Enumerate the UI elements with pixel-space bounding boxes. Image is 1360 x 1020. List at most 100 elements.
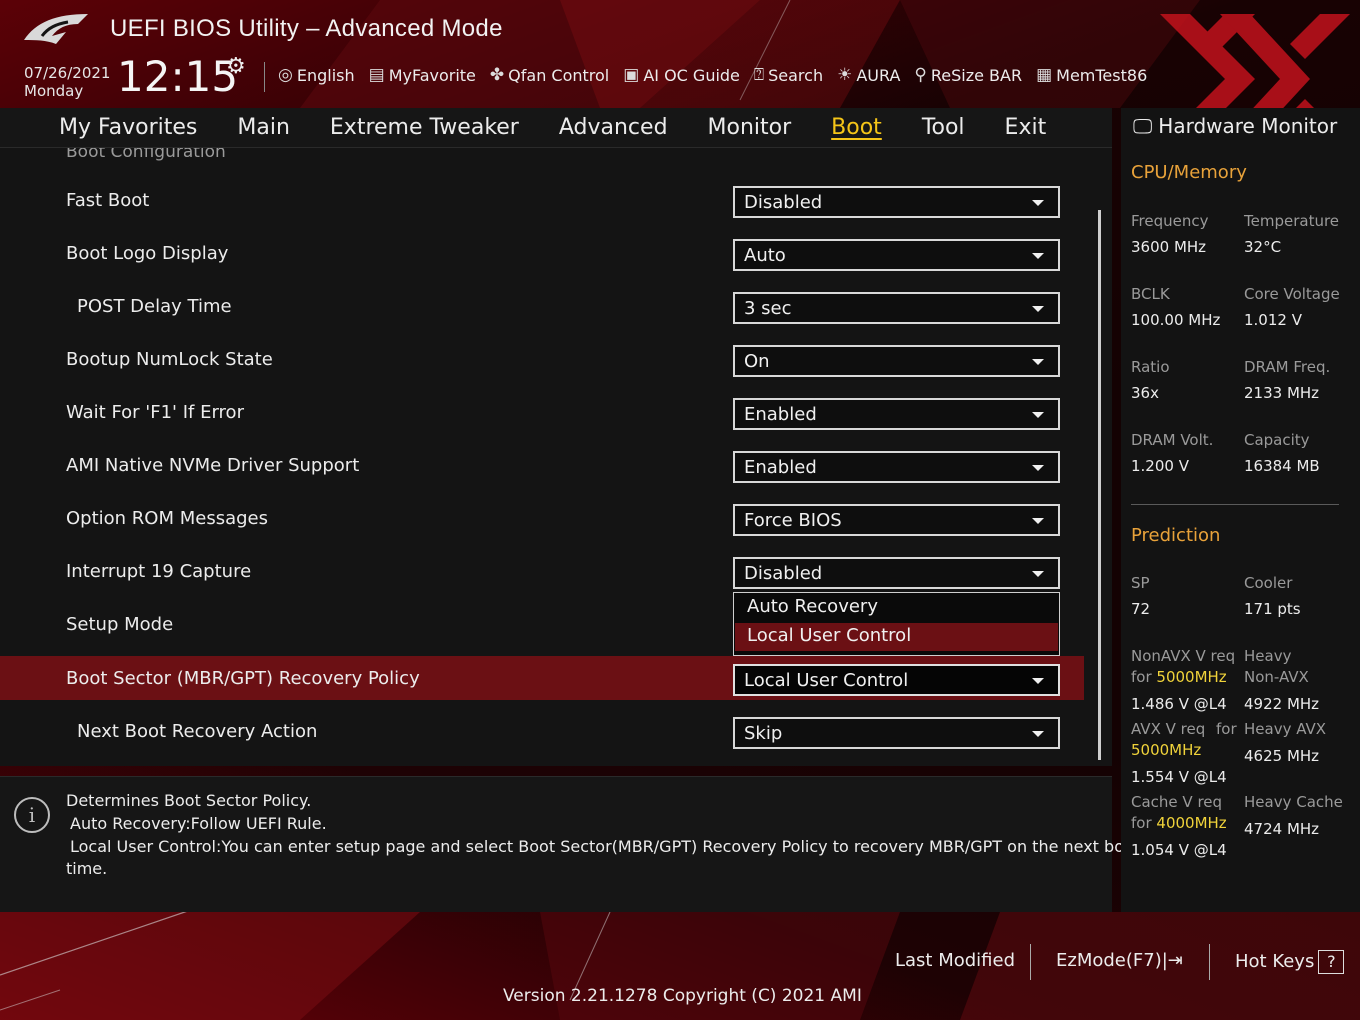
tab-advanced[interactable]: Advanced	[559, 115, 668, 140]
info-icon: i	[14, 797, 50, 833]
setting-label: Setup Mode	[66, 614, 174, 635]
help-line-1: Determines Boot Sector Policy.	[66, 791, 312, 810]
cache-target-freq: 4000MHz	[1156, 814, 1227, 832]
myfavorite-button[interactable]: ▤ MyFavorite	[369, 65, 476, 85]
setting-label: Next Boot Recovery Action	[77, 721, 318, 742]
tab-monitor[interactable]: Monitor	[708, 115, 792, 140]
help-line-2: Auto Recovery:Follow UEFI Rule.	[70, 814, 327, 833]
setting-row-wait-f1[interactable]: Wait For 'F1' If Error Enabled	[0, 390, 1084, 434]
search-icon: ⍰	[753, 65, 765, 85]
frequency-value: 3600 MHz	[1131, 238, 1207, 256]
tab-exit[interactable]: Exit	[1005, 115, 1047, 140]
chevron-down-icon	[1032, 253, 1044, 259]
chevron-down-icon	[1032, 306, 1044, 312]
section-header: Boot Configuration	[66, 148, 226, 162]
help-line-4: time.	[66, 859, 108, 878]
post-delay-time-select[interactable]: 3 sec	[733, 292, 1060, 324]
header-divider	[264, 62, 265, 92]
tab-extreme-tweaker[interactable]: Extreme Tweaker	[330, 115, 519, 140]
qfan-control-button[interactable]: ✤ Qfan Control	[490, 65, 609, 85]
nonavx-target-freq: 5000MHz	[1156, 668, 1227, 686]
boot-sector-recovery-policy-select[interactable]: Local User Control	[733, 664, 1060, 696]
select-value: Force BIOS	[744, 510, 842, 531]
tab-my-favorites[interactable]: My Favorites	[59, 115, 197, 140]
last-modified-button[interactable]: Last Modified	[895, 950, 1015, 971]
setting-row-ami-nvme[interactable]: AMI Native NVMe Driver Support Enabled	[0, 443, 1084, 487]
setting-row-boot-sector-recovery-policy[interactable]: Boot Sector (MBR/GPT) Recovery Policy Lo…	[0, 656, 1084, 700]
select-value: Skip	[744, 723, 783, 744]
select-value: Enabled	[744, 404, 817, 425]
settings-panel: Boot Configuration Fast Boot Disabled Bo…	[0, 148, 1112, 766]
setting-row-post-delay-time[interactable]: POST Delay Time 3 sec	[0, 284, 1084, 328]
ezmode-button[interactable]: EzMode(F7)|⇥	[1056, 950, 1183, 971]
ezmode-label: EzMode(F7)|	[1056, 950, 1168, 971]
next-boot-recovery-select[interactable]: Skip	[733, 717, 1060, 749]
ami-nvme-select[interactable]: Enabled	[733, 451, 1060, 483]
favorite-list-icon: ▤	[368, 65, 385, 85]
ai-oc-guide-label: AI OC Guide	[643, 65, 740, 85]
language-button[interactable]: ◎ English	[278, 65, 355, 85]
setting-row-fast-boot[interactable]: Fast Boot Disabled	[0, 178, 1084, 222]
nonavx-label: Non-AVX	[1244, 668, 1309, 686]
capacity-value: 16384 MB	[1244, 457, 1320, 475]
fan-icon: ✤	[489, 65, 505, 85]
heavy-nonavx-value: 4922 MHz	[1244, 695, 1320, 713]
setting-label: Interrupt 19 Capture	[66, 561, 252, 582]
setting-row-interrupt-19[interactable]: Interrupt 19 Capture Disabled	[0, 549, 1084, 593]
tab-boot[interactable]: Boot	[831, 115, 882, 140]
tab-main[interactable]: Main	[237, 115, 290, 140]
nonavx-req-label: NonAVX V req	[1131, 647, 1236, 665]
setting-row-option-rom[interactable]: Option ROM Messages Force BIOS	[0, 496, 1084, 540]
cache-voltage: 1.054 V @L4	[1131, 841, 1227, 859]
rog-logo-icon	[24, 14, 88, 44]
memory-icon: ▦	[1036, 65, 1053, 85]
chevron-down-icon	[1032, 678, 1044, 684]
prediction-heading: Prediction	[1131, 525, 1221, 546]
search-label: Search	[768, 65, 824, 85]
memtest-button[interactable]: ▦ MemTest86	[1036, 65, 1147, 85]
cache-req-label: Cache V req	[1131, 793, 1223, 811]
heavy-cache-value: 4724 MHz	[1244, 820, 1320, 838]
hot-keys-button[interactable]: Hot Keys?	[1235, 950, 1345, 974]
app-title: UEFI BIOS Utility – Advanced Mode	[110, 15, 503, 42]
setting-row-next-boot-recovery[interactable]: Next Boot Recovery Action Skip	[0, 709, 1084, 753]
hardware-monitor-panel: 🖵 Hardware Monitor CPU/Memory Frequency …	[1121, 108, 1360, 912]
setting-label: Wait For 'F1' If Error	[66, 402, 244, 423]
hardware-monitor-title: 🖵 Hardware Monitor	[1133, 114, 1337, 138]
scrollbar[interactable]	[1098, 210, 1101, 760]
select-value: Disabled	[744, 563, 823, 584]
chevron-down-icon	[1032, 518, 1044, 524]
setting-row-bootup-numlock[interactable]: Bootup NumLock State On	[0, 337, 1084, 381]
heavy-label: Heavy	[1244, 647, 1292, 665]
ratio-value: 36x	[1131, 384, 1159, 402]
dram-volt-value: 1.200 V	[1131, 457, 1189, 475]
fast-boot-select[interactable]: Disabled	[733, 186, 1060, 218]
select-value: On	[744, 351, 770, 372]
footer-divider	[1209, 944, 1210, 980]
setting-row-boot-logo-display[interactable]: Boot Logo Display Auto	[0, 231, 1084, 275]
search-button[interactable]: ⍰ Search	[754, 65, 823, 85]
resize-bar-button[interactable]: ⚲ ReSize BAR	[914, 65, 1022, 85]
ratio-label: Ratio	[1131, 358, 1170, 376]
setting-label: AMI Native NVMe Driver Support	[66, 455, 360, 476]
wait-f1-select[interactable]: Enabled	[733, 398, 1060, 430]
help-key-icon: ?	[1318, 950, 1345, 974]
aura-button[interactable]: ☀ AURA	[837, 65, 900, 85]
avx-for-label: for	[1216, 720, 1237, 738]
dropdown-option-auto-recovery[interactable]: Auto Recovery	[735, 594, 1058, 622]
chevron-down-icon	[1032, 200, 1044, 206]
ai-oc-guide-button[interactable]: ▣ AI OC Guide	[623, 65, 740, 85]
chevron-down-icon	[1032, 465, 1044, 471]
language-label: English	[296, 65, 355, 85]
gear-icon[interactable]: ⚙	[226, 54, 246, 79]
toolbar: ◎ English ▤ MyFavorite ✤ Qfan Control ▣ …	[278, 62, 1147, 88]
bootup-numlock-select[interactable]: On	[733, 345, 1060, 377]
dropdown-option-local-user-control[interactable]: Local User Control	[735, 623, 1058, 651]
myfavorite-label: MyFavorite	[388, 65, 476, 85]
capacity-label: Capacity	[1244, 431, 1310, 449]
option-rom-select[interactable]: Force BIOS	[733, 504, 1060, 536]
ai-chip-icon: ▣	[623, 65, 640, 85]
interrupt-19-select[interactable]: Disabled	[733, 557, 1060, 589]
tab-tool[interactable]: Tool	[922, 115, 965, 140]
boot-logo-display-select[interactable]: Auto	[733, 239, 1060, 271]
